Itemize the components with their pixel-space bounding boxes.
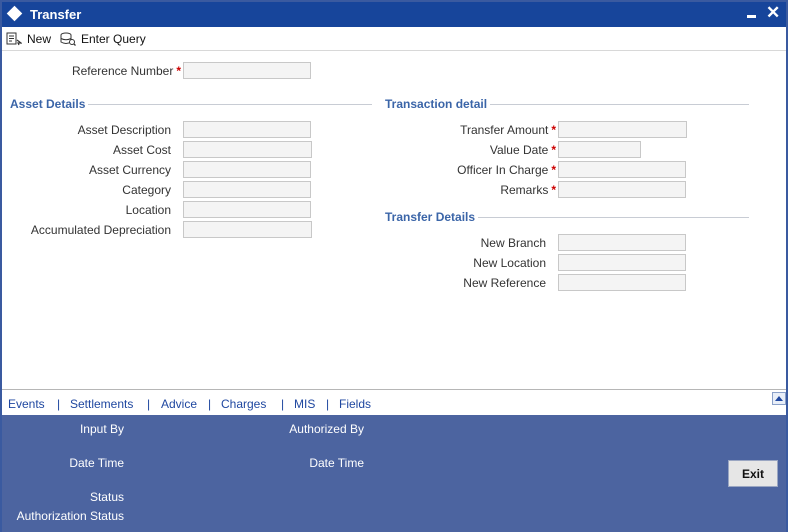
tab-separator: | [147, 397, 151, 411]
new-button-label: New [27, 32, 52, 46]
authorized-date-time-label: Date Time [309, 456, 364, 470]
value-date-input[interactable] [558, 141, 641, 158]
status-label: Status [89, 490, 124, 504]
minimize-icon[interactable] [747, 15, 756, 18]
required-marker: * [551, 183, 556, 197]
tab-fields[interactable]: Fields [339, 397, 371, 411]
tab-separator: | [208, 397, 212, 411]
enter-query-icon [60, 32, 76, 46]
asset-currency-label: Asset Currency [88, 163, 171, 177]
category-input[interactable] [183, 181, 311, 198]
new-button[interactable]: New [6, 30, 51, 48]
value-date-label: Value Date [489, 143, 549, 157]
required-marker: * [551, 123, 556, 137]
new-branch-input[interactable] [558, 234, 686, 251]
new-document-icon [6, 32, 22, 46]
new-location-label: New Location [473, 256, 546, 270]
required-marker: * [551, 163, 556, 177]
transfer-window: Transfer ✕ New Enter Query Reference Num… [0, 0, 788, 532]
asset-details-title: Asset Details [10, 97, 89, 111]
location-label: Location [125, 203, 171, 217]
reference-number-input[interactable] [183, 62, 311, 79]
enter-query-label: Enter Query [81, 32, 146, 46]
asset-cost-input[interactable] [183, 141, 312, 158]
reference-number-label-row: Reference Number * [42, 63, 181, 79]
new-branch-label: New Branch [480, 236, 546, 250]
transfer-details-title: Transfer Details [385, 210, 479, 224]
window-title: Transfer [30, 7, 82, 22]
officer-in-charge-label-row: Officer In Charge * [402, 162, 556, 178]
value-date-label-row: Value Date * [402, 142, 556, 158]
new-reference-label: New Reference [463, 276, 546, 290]
reference-number-label: Reference Number [71, 64, 174, 78]
remarks-input[interactable] [558, 181, 686, 198]
window-diamond-icon [6, 5, 23, 22]
tab-charges[interactable]: Charges [221, 397, 266, 411]
asset-currency-input[interactable] [183, 161, 311, 178]
asset-description-label: Asset Description [77, 123, 171, 137]
location-input[interactable] [183, 201, 311, 218]
new-location-input[interactable] [558, 254, 686, 271]
tab-advice[interactable]: Advice [161, 397, 197, 411]
transfer-amount-label-row: Transfer Amount * [402, 122, 556, 138]
title-bar: Transfer ✕ [2, 2, 786, 27]
tab-mis[interactable]: MIS [294, 397, 315, 411]
transfer-amount-input[interactable] [558, 121, 687, 138]
accumulated-depreciation-label: Accumulated Depreciation [30, 223, 171, 237]
authorized-by-label: Authorized By [289, 422, 364, 436]
tab-separator: | [57, 397, 61, 411]
transfer-amount-label: Transfer Amount [460, 123, 549, 137]
accumulated-depreciation-input[interactable] [183, 221, 312, 238]
tab-separator: | [281, 397, 285, 411]
footer-tab-bar: Events | Settlements | Advice | Charges … [2, 389, 786, 415]
tab-separator: | [326, 397, 330, 411]
category-label: Category [122, 183, 171, 197]
asset-cost-label: Asset Cost [112, 143, 171, 157]
remarks-label-row: Remarks * [402, 182, 556, 198]
audit-panel: Input By Authorized By Date Time Date Ti… [2, 415, 786, 532]
exit-button[interactable]: Exit [728, 460, 778, 487]
asset-description-input[interactable] [183, 121, 311, 138]
transaction-detail-title: Transaction detail [385, 97, 491, 111]
input-by-label: Input By [79, 422, 124, 436]
enter-query-button[interactable]: Enter Query [60, 30, 146, 48]
remarks-label: Remarks [500, 183, 549, 197]
required-marker: * [551, 143, 556, 157]
tab-settlements[interactable]: Settlements [70, 397, 133, 411]
officer-in-charge-label: Officer In Charge [457, 163, 549, 177]
required-marker: * [176, 64, 181, 78]
scroll-up-icon[interactable] [772, 392, 786, 405]
new-reference-input[interactable] [558, 274, 686, 291]
authorization-status-label: Authorization Status [16, 509, 124, 523]
date-time-label: Date Time [69, 456, 124, 470]
tab-events[interactable]: Events [8, 397, 45, 411]
toolbar: New Enter Query [2, 27, 786, 51]
close-icon[interactable]: ✕ [766, 3, 780, 23]
officer-in-charge-input[interactable] [558, 161, 686, 178]
